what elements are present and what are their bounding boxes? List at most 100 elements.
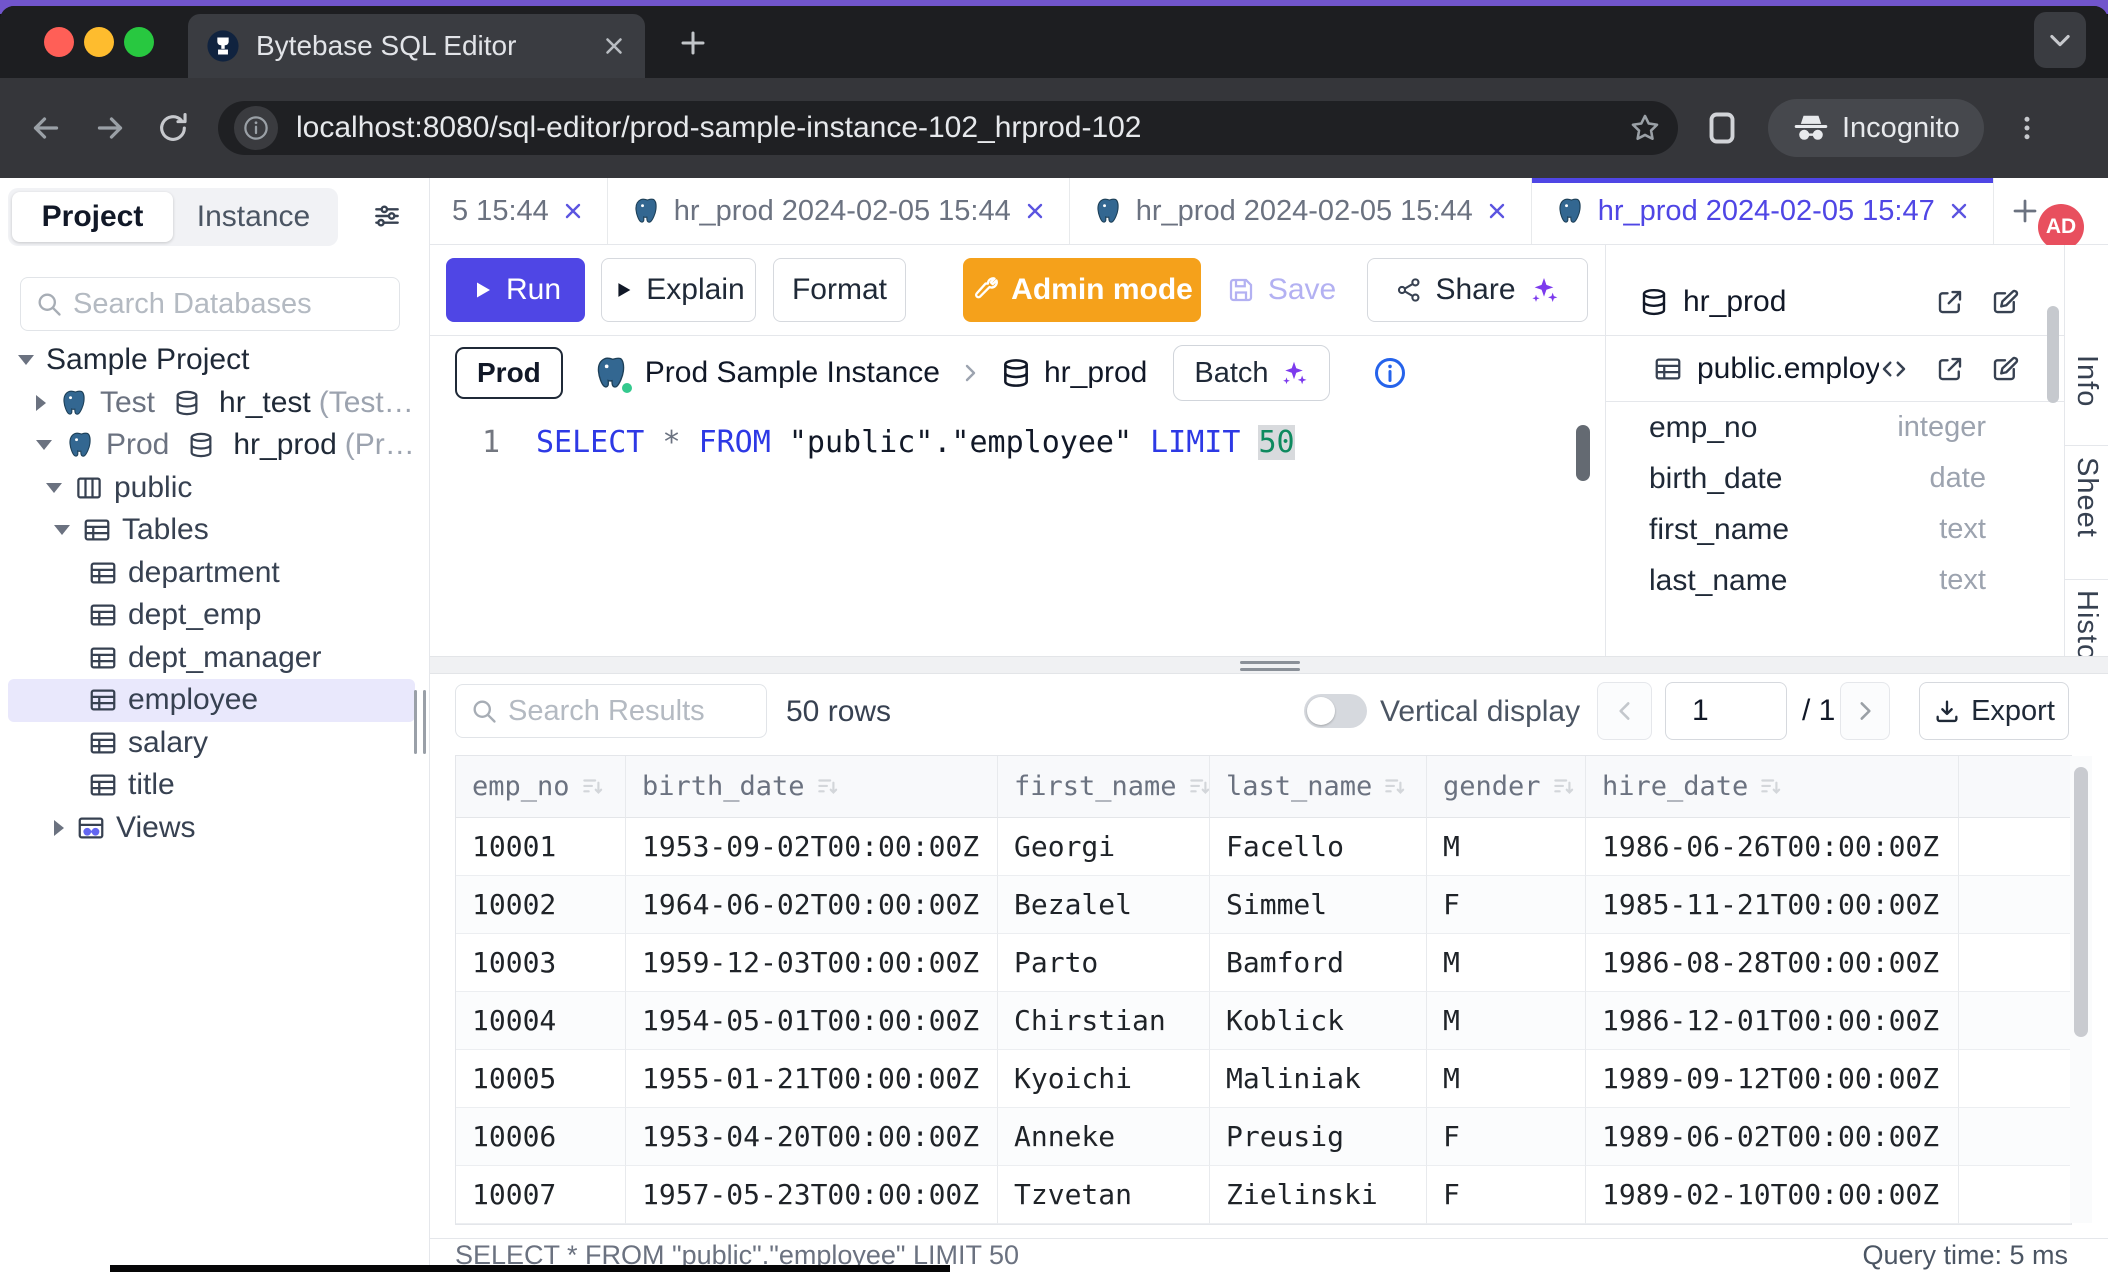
close-icon[interactable] (1485, 199, 1509, 223)
tree-item-salary[interactable]: salary (8, 722, 415, 765)
column-header-emp_no[interactable]: emp_no (456, 756, 626, 818)
sort-icon[interactable] (1187, 774, 1210, 800)
reload-icon[interactable] (156, 111, 190, 145)
code-icon[interactable] (1879, 354, 1909, 384)
column-header-gender[interactable]: gender (1427, 756, 1586, 818)
connection-info-icon[interactable] (1372, 355, 1408, 391)
run-button[interactable]: Run (446, 258, 585, 322)
panel-scrollbar[interactable] (2047, 306, 2059, 403)
tab-instance[interactable]: Instance (173, 192, 334, 242)
divider-drag-handle[interactable] (1240, 661, 1300, 675)
sidebar-resize-handle[interactable] (414, 690, 426, 754)
close-icon[interactable] (561, 199, 585, 223)
database-search-input[interactable] (73, 288, 385, 321)
column-birth_date[interactable]: birth_datedate (1606, 453, 2064, 504)
sql-editor[interactable]: 1 SELECT * FROM "public"."employee" LIMI… (430, 410, 1605, 656)
edit-icon[interactable] (1990, 287, 2020, 317)
bookmark-star-icon[interactable] (1628, 111, 1662, 145)
column-header-hire_date[interactable]: hire_date (1586, 756, 1959, 818)
tab-project[interactable]: Project (12, 192, 173, 242)
database-icon (173, 389, 201, 417)
url-bar[interactable]: localhost:8080/sql-editor/prod-sample-in… (218, 101, 1678, 155)
close-icon[interactable] (1023, 199, 1047, 223)
chrome-toolbar: localhost:8080/sql-editor/prod-sample-in… (0, 78, 2108, 178)
tree-item-hr_prod[interactable]: Prodhr_prod(Pr… (8, 424, 415, 467)
results-scrollbar[interactable] (2070, 756, 2092, 1223)
table-icon (88, 558, 118, 588)
column-header-first_name[interactable]: first_name (998, 756, 1210, 818)
sort-icon[interactable] (815, 774, 841, 800)
forward-icon[interactable] (92, 110, 128, 146)
incognito-label: Incognito (1842, 112, 1960, 145)
new-tab-icon[interactable] (2010, 178, 2040, 244)
ai-sparkle-icon[interactable] (1528, 274, 1560, 306)
prev-page-button[interactable] (1597, 682, 1652, 740)
tree-item-title[interactable]: title (8, 764, 415, 807)
editor-tab-2[interactable]: hr_prod 2024-02-05 15:44 (608, 178, 1070, 244)
column-header-last_name[interactable]: last_name (1210, 756, 1427, 818)
browser-menu-icon[interactable] (2012, 113, 2042, 143)
next-page-button[interactable] (1840, 682, 1890, 740)
open-external-icon[interactable] (1935, 287, 1965, 317)
cell: F (1427, 1166, 1586, 1224)
editor-tab-3[interactable]: hr_prod 2024-02-05 15:44 (1070, 178, 1532, 244)
batch-mode-button[interactable]: Batch (1173, 345, 1329, 401)
edit-icon[interactable] (1990, 354, 2020, 384)
cell: 1986-06-26T00:00:00Z (1586, 818, 1959, 876)
vertical-display-toggle[interactable] (1304, 694, 1367, 728)
column-first_name[interactable]: first_nametext (1606, 504, 2064, 555)
side-panel-icon[interactable] (1706, 110, 1738, 146)
site-info-icon[interactable] (234, 106, 278, 150)
editor-tab-4[interactable]: hr_prod 2024-02-05 15:47 (1532, 178, 1994, 244)
tree-item-Sample Project[interactable]: Sample Project (8, 339, 415, 382)
traffic-light-minimize[interactable] (84, 27, 114, 57)
tree-item-hr_test[interactable]: Testhr_test(Test… (8, 382, 415, 425)
column-emp_no[interactable]: emp_nointeger (1606, 402, 2064, 453)
traffic-light-zoom[interactable] (124, 27, 154, 57)
side-tab-sheet[interactable]: Sheet (2065, 457, 2108, 538)
save-button[interactable]: Save (1226, 258, 1336, 322)
sort-icon[interactable] (1551, 774, 1577, 800)
column-last_name[interactable]: last_nametext (1606, 555, 2064, 606)
admin-mode-button[interactable]: Admin mode (963, 258, 1201, 322)
tree-item-dept_manager[interactable]: dept_manager (8, 637, 415, 680)
chrome-tab[interactable]: Bytebase SQL Editor (188, 14, 645, 78)
editor-tab-1[interactable]: 5 15:44 (430, 178, 608, 244)
side-tab-info[interactable]: Info (2065, 355, 2108, 407)
tree-item-Views[interactable]: Views (8, 807, 415, 850)
column-header-birth_date[interactable]: birth_date (626, 756, 998, 818)
sort-icon[interactable] (1758, 774, 1784, 800)
avatar[interactable]: AD (2038, 204, 2084, 250)
tree-item-department[interactable]: department (8, 552, 415, 595)
results-search[interactable] (455, 684, 767, 738)
open-external-icon[interactable] (1935, 354, 1965, 384)
chrome-tab-close-icon[interactable] (601, 33, 627, 59)
table-row-6: 100061953-04-20T00:00:00ZAnnekePreusigF1… (456, 1108, 2071, 1166)
tree-item-Tables[interactable]: Tables (8, 509, 415, 552)
cell: 1989-09-12T00:00:00Z (1586, 1050, 1959, 1108)
tree-item-public[interactable]: public (8, 467, 415, 510)
share-button[interactable]: Share (1367, 258, 1588, 322)
tree-item-employee[interactable]: employee (8, 679, 415, 722)
explain-button[interactable]: Explain (601, 258, 756, 322)
tree-item-dept_emp[interactable]: dept_emp (8, 594, 415, 637)
breadcrumb-database[interactable]: hr_prod (1044, 356, 1147, 390)
page-input[interactable] (1665, 682, 1787, 740)
tree-filter-icon[interactable] (371, 200, 403, 232)
back-icon[interactable] (28, 110, 64, 146)
cell: 10002 (456, 876, 626, 934)
breadcrumb-instance[interactable]: Prod Sample Instance (645, 356, 940, 390)
sort-icon[interactable] (1382, 774, 1408, 800)
editor-scrollbar[interactable] (1576, 425, 1590, 481)
results-search-input[interactable] (508, 695, 752, 728)
format-button[interactable]: Format (773, 258, 906, 322)
export-button[interactable]: Export (1919, 682, 2069, 740)
database-search[interactable] (20, 277, 400, 331)
panel-divider[interactable] (430, 656, 2108, 674)
close-icon[interactable] (1947, 199, 1971, 223)
sort-icon[interactable] (580, 774, 606, 800)
main-area: 5 15:44hr_prod 2024-02-05 15:44hr_prod 2… (430, 178, 2108, 1272)
traffic-light-close[interactable] (44, 27, 74, 57)
chrome-new-tab-icon[interactable] (678, 28, 708, 58)
chrome-tab-search-button[interactable] (2034, 12, 2086, 68)
